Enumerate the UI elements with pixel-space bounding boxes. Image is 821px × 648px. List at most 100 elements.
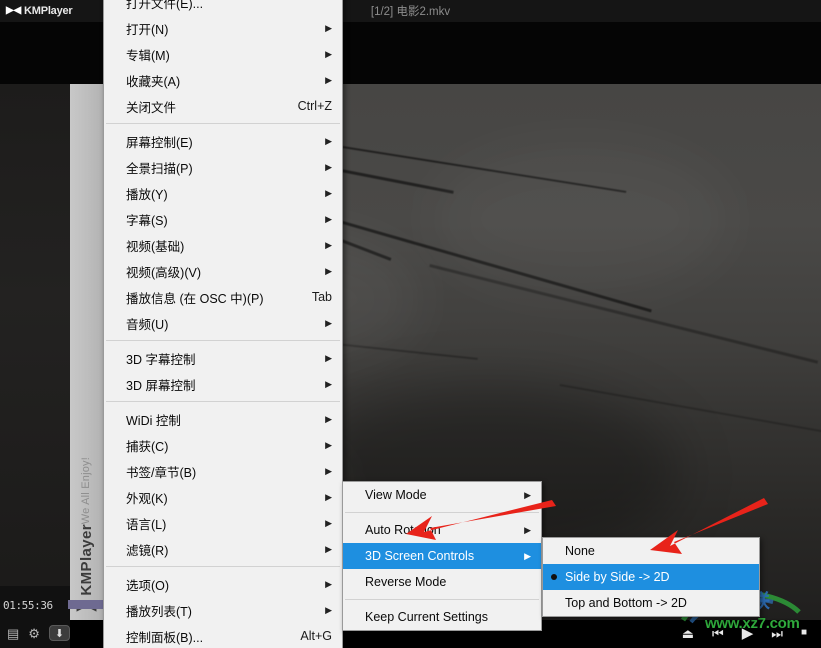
- menu-item-label: 控制面板(B)...: [126, 630, 204, 645]
- menu-item-label: 全景扫描(P): [126, 161, 193, 176]
- submenu-arrow-icon: ▶: [325, 604, 332, 615]
- menu-item-3d-screen-controls[interactable]: 3D Screen Controls ▶: [343, 543, 541, 569]
- playback-time-row: 01:55:36: [0, 598, 108, 612]
- menu-item-label: 书签/章节(B): [126, 465, 197, 480]
- menu-item-label: 播放(Y): [126, 187, 168, 202]
- menu-separator: [345, 512, 539, 513]
- vr-360-submenu[interactable]: View Mode ▶ Auto Rotation ▶ 3D Screen Contro…: [342, 481, 542, 631]
- eject-icon[interactable]: ⏏: [682, 627, 694, 640]
- menu-item-view-mode[interactable]: View Mode ▶: [343, 482, 541, 508]
- menu-item-播放-y[interactable]: 播放(Y) ▶: [104, 180, 342, 206]
- menu-item-3d-字幕控制[interactable]: 3D 字幕控制 ▶: [104, 345, 342, 371]
- menu-item-书签-章节-b[interactable]: 书签/章节(B) ▶: [104, 458, 342, 484]
- gear-icon[interactable]: ⚙: [28, 627, 40, 640]
- menu-item-side-by-side-2d[interactable]: Side by Side -> 2D: [543, 564, 759, 590]
- submenu-arrow-icon: ▶: [325, 352, 332, 363]
- menu-item-label: 屏幕控制(E): [126, 135, 193, 150]
- submenu-arrow-icon: ▶: [325, 543, 332, 554]
- menu-item-音频-u[interactable]: 音频(U) ▶: [104, 310, 342, 336]
- brand-slogan: We All Enjoy!: [80, 457, 92, 525]
- menu-item-none[interactable]: None: [543, 538, 759, 564]
- menu-item-滤镜-r[interactable]: 滤镜(R) ▶: [104, 536, 342, 562]
- menu-item-label: 专辑(M): [126, 48, 170, 63]
- submenu-arrow-icon: ▶: [524, 489, 531, 500]
- submenu-arrow-icon: ▶: [325, 413, 332, 424]
- menu-item-label: 播放信息 (在 OSC 中)(P): [126, 291, 264, 306]
- submenu-arrow-icon: ▶: [325, 22, 332, 33]
- menu-item-auto-rotation[interactable]: Auto Rotation ▶: [343, 517, 541, 543]
- menu-item-label: 3D 字幕控制: [126, 352, 196, 367]
- submenu-arrow-icon: ▶: [325, 491, 332, 502]
- menu-item-外观-k[interactable]: 外观(K) ▶: [104, 484, 342, 510]
- menu-item-label: Side by Side -> 2D: [565, 570, 670, 584]
- next-icon[interactable]: ⏭: [771, 627, 783, 640]
- submenu-arrow-icon: ▶: [325, 74, 332, 85]
- menu-item-shortcut: Tab: [311, 290, 332, 304]
- menu-item-label: Reverse Mode: [365, 575, 447, 589]
- submenu-arrow-icon: ▶: [325, 161, 332, 172]
- main-context-menu[interactable]: 打开文件(E)... 打开(N) ▶ 专辑(M) ▶ 收藏夹(A) ▶ 关闭文件 Ctrl+Z 屏…: [103, 0, 343, 648]
- menu-separator: [106, 566, 340, 567]
- menu-item-label: WiDi 控制: [126, 413, 181, 428]
- menu-item-label: 播放列表(T): [126, 604, 192, 619]
- menu-item-label: 收藏夹(A): [126, 74, 181, 89]
- stop-icon[interactable]: ■: [801, 628, 807, 638]
- menu-item-关闭文件[interactable]: 关闭文件 Ctrl+Z: [104, 93, 342, 119]
- menu-item-打开文件-e[interactable]: 打开文件(E)...: [104, 0, 342, 15]
- play-icon[interactable]: ▶: [742, 626, 754, 641]
- submenu-arrow-icon: ▶: [325, 378, 332, 389]
- menu-item-label: 打开文件(E)...: [126, 0, 204, 11]
- menu-item-label: 外观(K): [126, 491, 168, 506]
- brand-glyph-icon: ▶◀: [6, 5, 21, 16]
- previous-icon[interactable]: ⏮: [712, 627, 724, 640]
- menu-item-语言-l[interactable]: 语言(L) ▶: [104, 510, 342, 536]
- download-icon[interactable]: ⬇: [48, 625, 70, 641]
- menu-item-keep-current-settings[interactable]: Keep Current Settings: [343, 604, 541, 630]
- submenu-arrow-icon: ▶: [325, 187, 332, 198]
- menu-item-label: Top and Bottom -> 2D: [565, 596, 687, 610]
- 3d-screen-controls-submenu[interactable]: None Side by Side -> 2D Top and Bottom -> …: [542, 537, 760, 617]
- submenu-arrow-icon: ▶: [325, 48, 332, 59]
- submenu-arrow-icon: ▶: [325, 578, 332, 589]
- menu-item-label: View Mode: [365, 488, 427, 502]
- menu-item-widi-控制[interactable]: WiDi 控制 ▶: [104, 406, 342, 432]
- menu-item-播放信息-在-osc-中-p[interactable]: 播放信息 (在 OSC 中)(P) Tab: [104, 284, 342, 310]
- osc-left-panel: 01:55:36 ▤ ⚙ ⬇: [0, 586, 108, 648]
- menu-item-shortcut: Alt+G: [300, 629, 332, 643]
- menu-item-reverse-mode[interactable]: Reverse Mode: [343, 569, 541, 595]
- menu-item-控制面板-b[interactable]: 控制面板(B)... Alt+G: [104, 623, 342, 648]
- submenu-arrow-icon: ▶: [524, 550, 531, 561]
- menu-item-屏幕控制-e[interactable]: 屏幕控制(E) ▶: [104, 128, 342, 154]
- menu-item-label: 语言(L): [126, 517, 167, 532]
- menu-item-label: 音频(U): [126, 317, 169, 332]
- menu-item-label: None: [565, 544, 595, 558]
- playlist-icon[interactable]: ▤: [7, 627, 19, 640]
- menu-separator: [345, 599, 539, 600]
- menu-item-视频-高级-v[interactable]: 视频(高级)(V) ▶: [104, 258, 342, 284]
- menu-item-top-and-bottom-2d[interactable]: Top and Bottom -> 2D: [543, 590, 759, 616]
- menu-item-选项-o[interactable]: 选项(O) ▶: [104, 571, 342, 597]
- menu-item-收藏夹-a[interactable]: 收藏夹(A) ▶: [104, 67, 342, 93]
- radio-selected-icon: [551, 574, 557, 580]
- menu-separator: [106, 340, 340, 341]
- menu-item-视频-基础[interactable]: 视频(基础) ▶: [104, 232, 342, 258]
- progress-bar[interactable]: [68, 600, 108, 609]
- menu-separator: [106, 401, 340, 402]
- menu-item-label: 捕获(C): [126, 439, 169, 454]
- menu-item-打开-n[interactable]: 打开(N) ▶: [104, 15, 342, 41]
- submenu-arrow-icon: ▶: [325, 465, 332, 476]
- submenu-arrow-icon: ▶: [325, 317, 332, 328]
- submenu-arrow-icon: ▶: [325, 239, 332, 250]
- menu-item-全景扫描-p[interactable]: 全景扫描(P) ▶: [104, 154, 342, 180]
- menu-item-shortcut: Ctrl+Z: [297, 99, 332, 113]
- menu-item-label: Keep Current Settings: [365, 610, 488, 624]
- menu-item-捕获-c[interactable]: 捕获(C) ▶: [104, 432, 342, 458]
- menu-item-3d-屏幕控制[interactable]: 3D 屏幕控制 ▶: [104, 371, 342, 397]
- submenu-arrow-icon: ▶: [524, 524, 531, 535]
- brand-vertical-title: KMPlayer: [78, 524, 95, 596]
- menu-item-专辑-m[interactable]: 专辑(M) ▶: [104, 41, 342, 67]
- menu-item-播放列表-t[interactable]: 播放列表(T) ▶: [104, 597, 342, 623]
- menu-item-字幕-s[interactable]: 字幕(S) ▶: [104, 206, 342, 232]
- brand-logo: ▶◀ KMPlayer: [0, 5, 73, 17]
- brand-label: KMPlayer: [23, 5, 73, 17]
